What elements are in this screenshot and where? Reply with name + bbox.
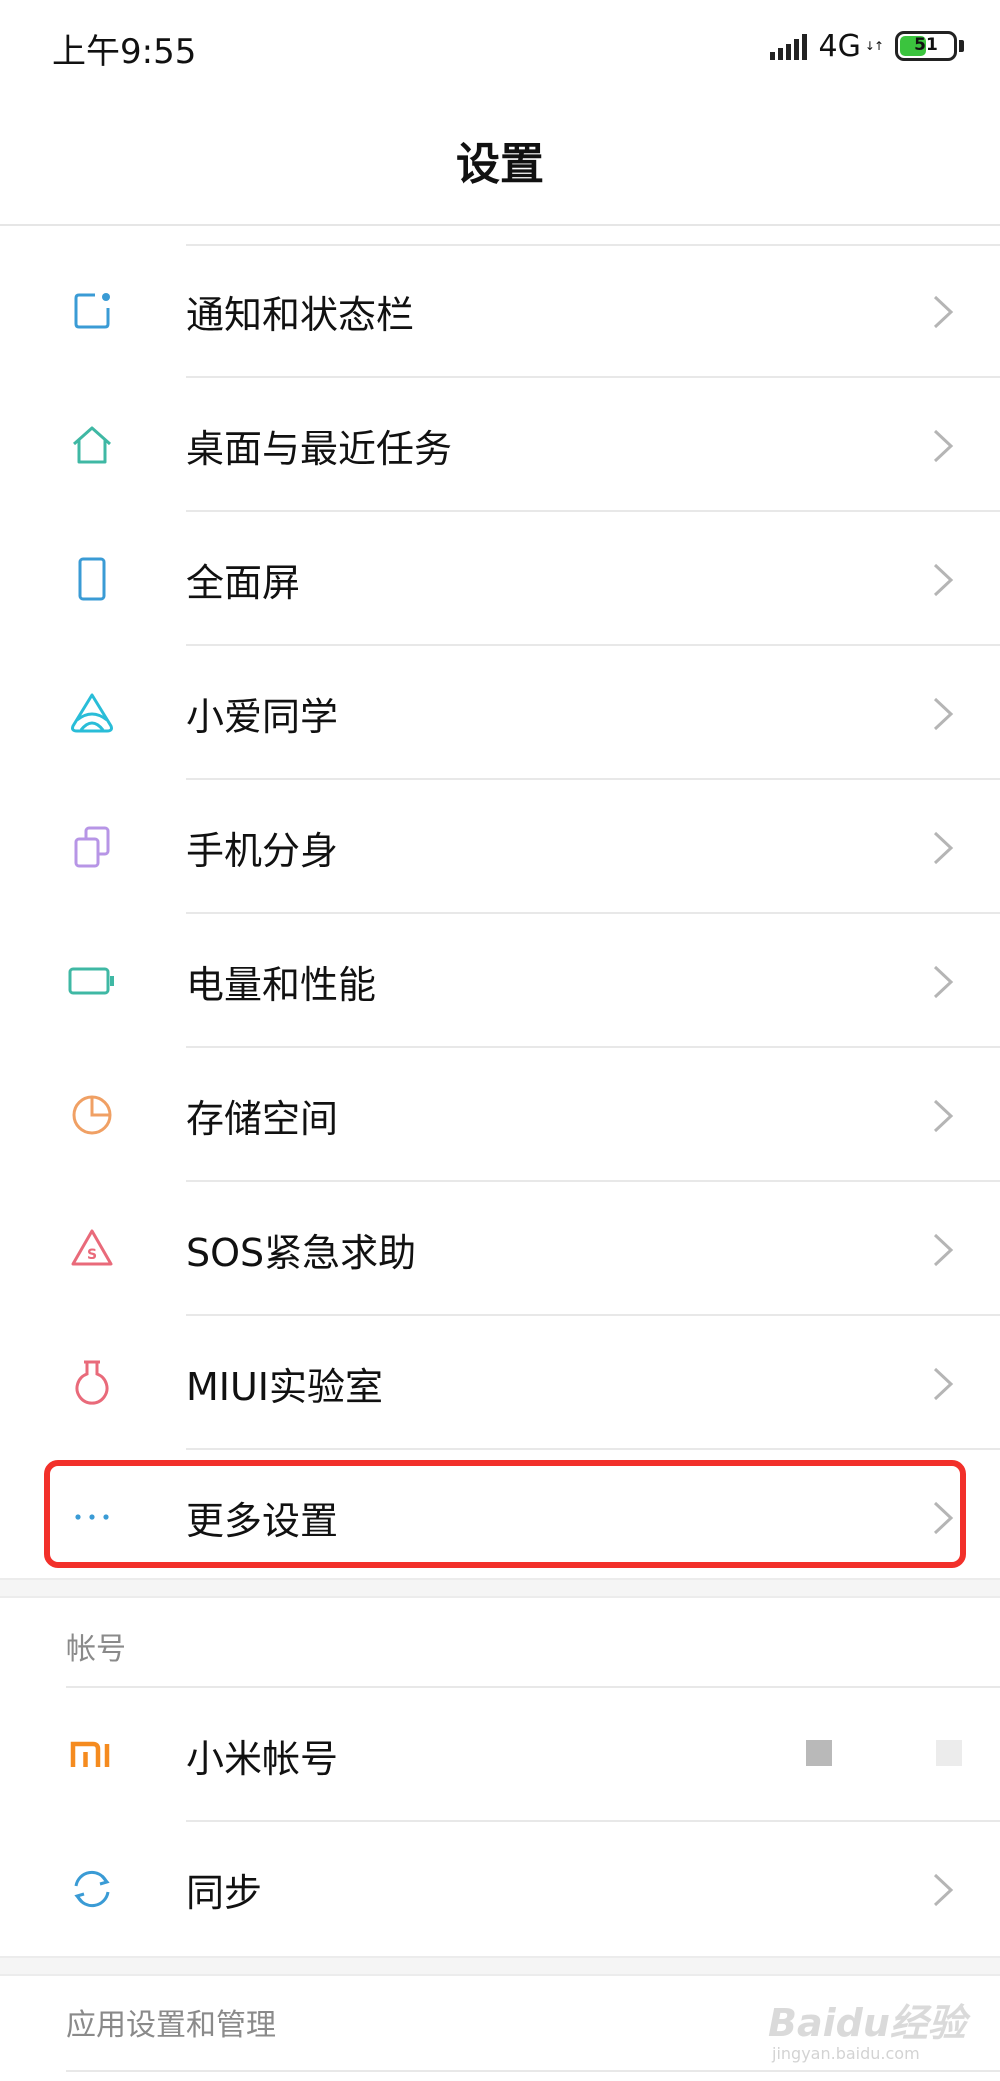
- phone-screen-icon: [62, 556, 122, 602]
- chevron-right-icon: [933, 1367, 954, 1401]
- settings-item-xiaoai[interactable]: 小爱同学: [0, 646, 1000, 780]
- svg-text:S: S: [87, 1247, 97, 1263]
- settings-item-notifications[interactable]: 通知和状态栏: [0, 244, 1000, 378]
- lab-flask-icon: [62, 1360, 122, 1406]
- status-bar: 上午9:55 4G ↓↑ 51: [0, 0, 1000, 90]
- settings-item-label: 通知和状态栏: [186, 293, 415, 337]
- status-time: 上午9:55: [52, 32, 197, 72]
- chevron-right-icon: [933, 1233, 954, 1267]
- settings-item-battery[interactable]: 电量和性能: [0, 914, 1000, 1048]
- settings-item-label: 存储空间: [186, 1097, 339, 1141]
- settings-item-label: 小爱同学: [186, 695, 339, 739]
- header-divider: [0, 224, 1000, 226]
- mi-logo-icon: [62, 1732, 122, 1778]
- section-header-account: 帐号: [66, 1632, 126, 1667]
- account-list: 小米帐号 同步: [0, 1688, 1000, 1956]
- chevron-right-icon: [933, 1099, 954, 1133]
- settings-item-dual-space[interactable]: 手机分身: [0, 780, 1000, 914]
- section-gap: [0, 1578, 1000, 1598]
- baidu-watermark: Baidu经验 jingyan.baidu.com: [768, 1970, 988, 2070]
- redacted-block: [936, 1740, 962, 1766]
- battery-icon: [62, 958, 122, 1004]
- settings-item-label: 桌面与最近任务: [186, 427, 453, 471]
- redacted-block: [806, 1740, 832, 1766]
- chevron-right-icon: [933, 563, 954, 597]
- data-activity-icon: ↓↑: [864, 39, 884, 53]
- battery-cap: [959, 40, 964, 52]
- signal-icon: [769, 32, 807, 60]
- status-indicators: 4G ↓↑ 51: [769, 26, 964, 66]
- sync-icon: [62, 1866, 122, 1912]
- settings-item-label: 小米帐号: [186, 1737, 339, 1781]
- settings-item-storage[interactable]: 存储空间: [0, 1048, 1000, 1182]
- chevron-right-icon: [933, 965, 954, 999]
- battery-level: 51: [914, 35, 938, 55]
- divider: [66, 2070, 1000, 2072]
- settings-item-label: 电量和性能: [186, 963, 377, 1007]
- watermark-url: jingyan.baidu.com: [772, 2044, 920, 2063]
- xiaoai-icon: [62, 690, 122, 736]
- settings-item-mi-account[interactable]: 小米帐号: [0, 1688, 1000, 1822]
- page-title: 设置: [456, 139, 544, 190]
- chevron-right-icon: [933, 697, 954, 731]
- section-header-apps: 应用设置和管理: [66, 2008, 276, 2043]
- settings-item-sos[interactable]: S SOS紧急求助: [0, 1182, 1000, 1316]
- settings-item-label: SOS紧急求助: [186, 1231, 417, 1275]
- divider: [186, 244, 1000, 246]
- settings-item-label: 全面屏: [186, 561, 301, 605]
- storage-pie-icon: [62, 1092, 122, 1138]
- notification-icon: [62, 288, 122, 334]
- app-header: 设置: [0, 90, 1000, 226]
- highlight-annotation: [44, 1460, 966, 1568]
- chevron-right-icon: [933, 295, 954, 329]
- network-type: 4G: [818, 28, 861, 64]
- settings-item-sync[interactable]: 同步: [0, 1822, 1000, 1956]
- settings-item-full-screen[interactable]: 全面屏: [0, 512, 1000, 646]
- settings-item-miui-lab[interactable]: MIUI实验室: [0, 1316, 1000, 1450]
- sos-icon: S: [62, 1226, 122, 1272]
- chevron-right-icon: [933, 831, 954, 865]
- settings-item-label: 同步: [186, 1871, 263, 1915]
- watermark-text: Baidu经验: [768, 2001, 966, 2045]
- settings-item-home-screen[interactable]: 桌面与最近任务: [0, 378, 1000, 512]
- dual-space-icon: [62, 824, 122, 870]
- settings-screen: 上午9:55 4G ↓↑ 51 设置 通知和状态栏 桌面与最近任务 全面屏 小爱…: [0, 0, 1000, 2081]
- chevron-right-icon: [933, 1873, 954, 1907]
- settings-list: 通知和状态栏 桌面与最近任务 全面屏 小爱同学 手机分身 电量和性能 存储空间 …: [0, 244, 1000, 1584]
- home-icon: [62, 422, 122, 468]
- battery-icon: 51: [895, 31, 957, 61]
- chevron-right-icon: [933, 429, 954, 463]
- settings-item-label: 手机分身: [186, 829, 339, 873]
- settings-item-label: MIUI实验室: [186, 1365, 384, 1409]
